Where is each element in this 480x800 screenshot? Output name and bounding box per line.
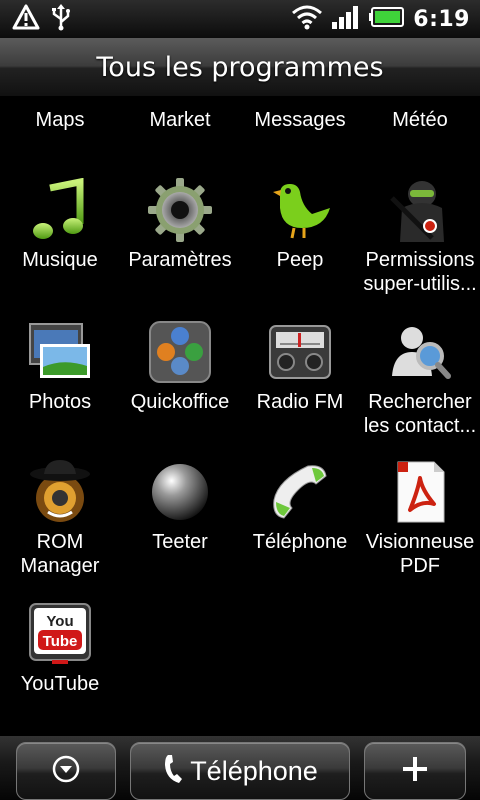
app-label: Visionneuse PDF	[365, 531, 475, 577]
app-label: Paramètres	[128, 249, 232, 271]
app-grid[interactable]: Maps Market Messages Météo Musique Param…	[0, 96, 480, 736]
app-photos[interactable]: Photos	[0, 320, 120, 414]
app-rom-manager[interactable]: ROM Manager	[0, 460, 120, 578]
peep-bird-icon	[268, 178, 332, 242]
app-rechercher-contacts[interactable]: Rechercher les contact...	[360, 320, 480, 438]
app-teeter[interactable]: Teeter	[120, 460, 240, 554]
battery-icon	[369, 6, 405, 32]
app-visionneuse-pdf[interactable]: Visionneuse PDF	[360, 460, 480, 578]
phone-icon	[268, 460, 332, 524]
quickoffice-icon	[148, 320, 212, 384]
app-label: Quickoffice	[130, 391, 230, 413]
pdf-icon	[388, 460, 452, 524]
app-label: Musique	[22, 249, 98, 271]
bottom-dock: Téléphone	[0, 736, 480, 800]
page-title: Tous les programmes	[96, 51, 384, 83]
phone-handset-icon	[162, 753, 184, 789]
radio-icon	[268, 320, 332, 384]
app-label: Photos	[28, 391, 92, 413]
phone-button-label: Téléphone	[190, 755, 318, 786]
app-quickoffice[interactable]: Quickoffice	[120, 320, 240, 414]
plus-icon	[401, 755, 429, 787]
app-permissions[interactable]: Permissions super-utilis...	[360, 178, 480, 296]
app-label: ROM Manager	[20, 531, 100, 577]
app-label: Météo	[392, 109, 448, 131]
add-to-home-button[interactable]	[364, 742, 466, 800]
status-bar: 6:19	[0, 0, 480, 38]
app-label: YouTube	[20, 673, 100, 695]
app-maps[interactable]: Maps	[0, 96, 120, 132]
collapse-drawer-button[interactable]	[16, 742, 116, 800]
title-bar: Tous les programmes	[0, 38, 480, 97]
wifi-icon	[291, 4, 323, 34]
app-meteo[interactable]: Météo	[360, 96, 480, 132]
contact-search-icon	[388, 320, 452, 384]
app-label: Market	[149, 109, 211, 131]
app-label: Rechercher les contact...	[363, 391, 477, 437]
teeter-ball-icon	[148, 460, 212, 524]
youtube-icon-you-text: You	[46, 613, 73, 630]
app-telephone[interactable]: Téléphone	[240, 460, 360, 554]
app-market[interactable]: Market	[120, 96, 240, 132]
app-label: Teeter	[152, 531, 208, 553]
superuser-icon	[388, 178, 452, 242]
rom-manager-icon	[28, 460, 92, 524]
usb-icon	[50, 3, 72, 35]
app-messages[interactable]: Messages	[240, 96, 360, 132]
settings-icon	[148, 178, 212, 242]
app-label: Téléphone	[252, 531, 348, 553]
youtube-icon-tube-text: Tube	[43, 633, 78, 650]
app-radio-fm[interactable]: Radio FM	[240, 320, 360, 414]
app-musique[interactable]: Musique	[0, 177, 120, 272]
collapse-arrow-icon	[51, 754, 81, 788]
youtube-icon: You Tube	[28, 602, 92, 666]
photos-icon	[28, 320, 92, 384]
app-label: Peep	[276, 249, 324, 271]
app-peep[interactable]: Peep	[240, 178, 360, 272]
app-youtube[interactable]: You Tube YouTube	[0, 602, 120, 696]
clock-time: 6:19	[413, 6, 470, 32]
app-label: Radio FM	[256, 391, 344, 413]
warning-icon	[12, 4, 40, 34]
app-label: Maps	[35, 109, 85, 131]
music-icon	[28, 177, 92, 242]
signal-icon	[331, 4, 361, 34]
app-label: Messages	[254, 109, 346, 131]
app-label: Permissions super-utilis...	[363, 249, 477, 295]
app-parametres[interactable]: Paramètres	[120, 178, 240, 272]
phone-button[interactable]: Téléphone	[130, 742, 350, 800]
